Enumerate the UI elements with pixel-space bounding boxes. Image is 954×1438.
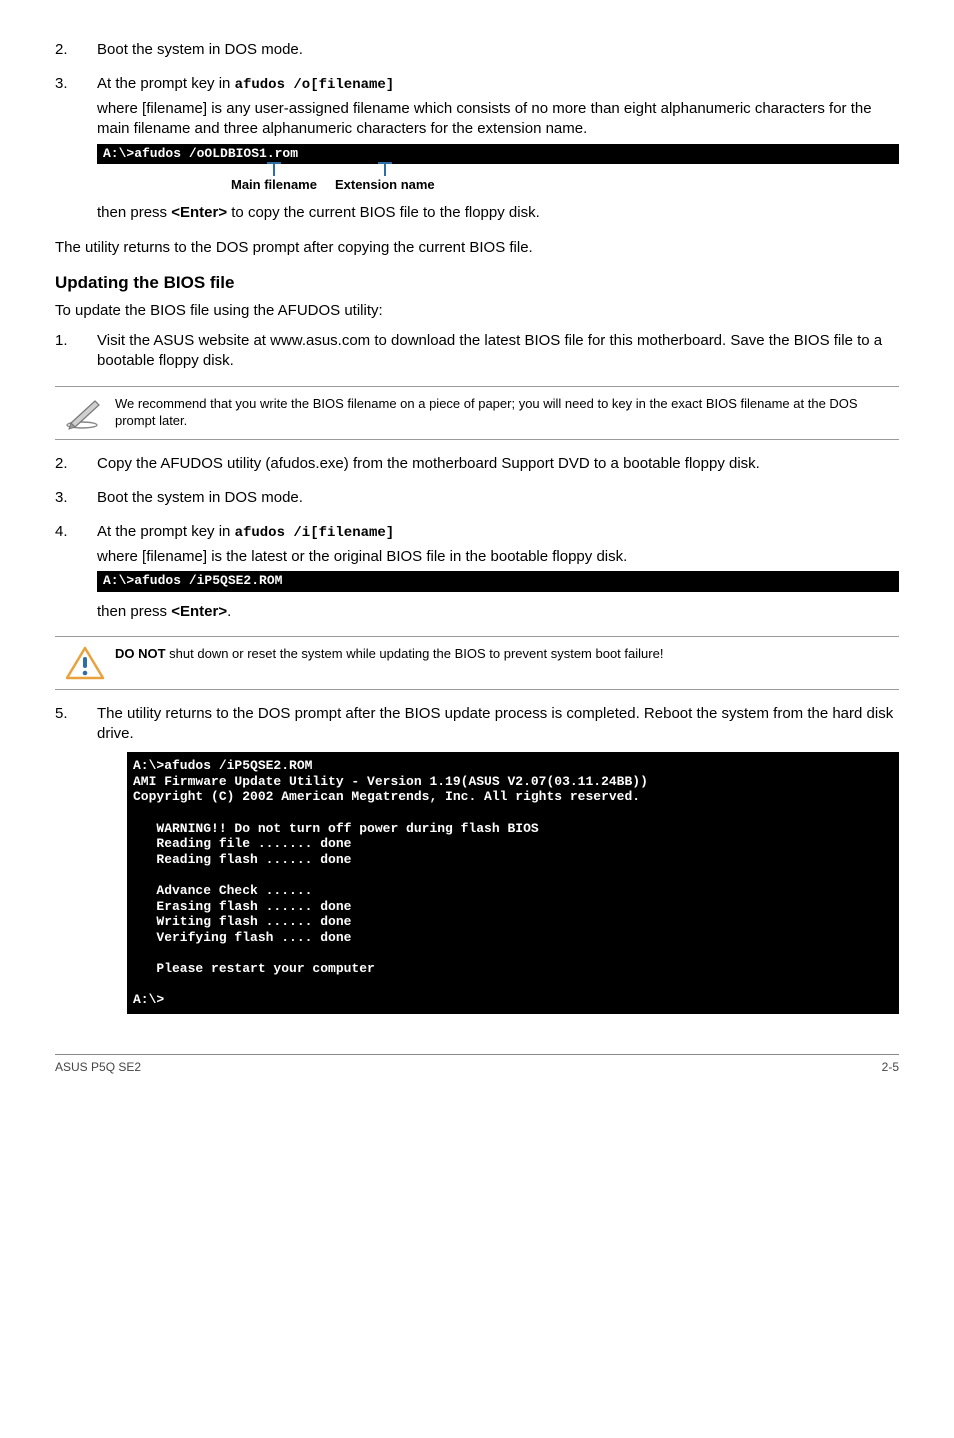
update-steps-2: 2. Copy the AFUDOS utility (afudos.exe) …: [55, 454, 899, 622]
step-body: At the prompt key in afudos /i[filename]…: [97, 522, 899, 622]
note-pencil-text: We recommend that you write the BIOS fil…: [115, 395, 899, 430]
then-b: .: [227, 603, 231, 620]
note-warning-text: DO NOT shut down or reset the system whi…: [115, 645, 899, 663]
ustep-4: 4. At the prompt key in afudos /i[filena…: [55, 522, 899, 622]
step3-cmd: afudos /o[filename]: [235, 77, 395, 93]
footer-right: 2-5: [882, 1059, 899, 1075]
terminal-box-1: A:\>afudos /oOLDBIOS1.rom: [97, 144, 899, 164]
step-3: 3. At the prompt key in afudos /o[filena…: [55, 74, 899, 223]
step-text: Boot the system in DOS mode.: [97, 488, 899, 508]
update-steps: 1. Visit the ASUS website at www.asus.co…: [55, 331, 899, 372]
pencil-icon: [55, 395, 115, 431]
ustep-5: 5. The utility returns to the DOS prompt…: [55, 704, 899, 1014]
warning-icon: [55, 645, 115, 681]
page-footer: ASUS P5Q SE2 2-5: [55, 1054, 899, 1075]
then-b: to copy the current BIOS file to the flo…: [227, 204, 540, 221]
step-number: 1.: [55, 331, 97, 372]
ustep-2: 2. Copy the AFUDOS utility (afudos.exe) …: [55, 454, 899, 474]
u4-then: then press <Enter>.: [97, 602, 899, 622]
update-steps-3: 5. The utility returns to the DOS prompt…: [55, 704, 899, 1014]
note-warning: DO NOT shut down or reset the system whi…: [55, 636, 899, 690]
note-pencil: We recommend that you write the BIOS fil…: [55, 386, 899, 440]
step-number: 2.: [55, 454, 97, 474]
indicator-line: [273, 162, 275, 176]
ustep-3: 3. Boot the system in DOS mode.: [55, 488, 899, 508]
u4-lead: At the prompt key in: [97, 523, 235, 540]
step-text: Visit the ASUS website at www.asus.com t…: [97, 331, 899, 372]
terminal-box-3: A:\>afudos /iP5QSE2.ROM AMI Firmware Upd…: [127, 752, 899, 1014]
label-text: Extension name: [335, 176, 435, 194]
step-body: At the prompt key in afudos /o[filename]…: [97, 74, 899, 223]
step-text: Boot the system in DOS mode.: [97, 40, 899, 60]
label-text: Main filename: [231, 176, 317, 194]
intro-update: To update the BIOS file using the AFUDOS…: [55, 301, 899, 321]
step-number: 3.: [55, 488, 97, 508]
footer-left: ASUS P5Q SE2: [55, 1059, 141, 1075]
u4-desc: where [filename] is the latest or the or…: [97, 547, 899, 567]
extension-name-label: Extension name: [335, 162, 435, 194]
ustep-1: 1. Visit the ASUS website at www.asus.co…: [55, 331, 899, 372]
warn-rest: shut down or reset the system while upda…: [166, 646, 664, 661]
step3-lead: At the prompt key in: [97, 75, 235, 92]
step-text: Copy the AFUDOS utility (afudos.exe) fro…: [97, 454, 899, 474]
filename-indicators: Main filename Extension name: [231, 162, 899, 194]
then-a: then press: [97, 204, 171, 221]
enter-key: <Enter>: [171, 603, 227, 620]
step3-then: then press <Enter> to copy the current B…: [97, 203, 899, 223]
terminal-box-2: A:\>afudos /iP5QSE2.ROM: [97, 571, 899, 591]
top-steps: 2. Boot the system in DOS mode. 3. At th…: [55, 40, 899, 224]
heading-updating-bios: Updating the BIOS file: [55, 272, 899, 295]
indicator-line: [384, 162, 386, 176]
step3-desc: where [filename] is any user-assigned fi…: [97, 99, 899, 140]
step-number: 2.: [55, 40, 97, 60]
step-body: The utility returns to the DOS prompt af…: [97, 704, 899, 1014]
then-a: then press: [97, 603, 171, 620]
step-number: 3.: [55, 74, 97, 223]
u5-text: The utility returns to the DOS prompt af…: [97, 704, 899, 745]
step-number: 4.: [55, 522, 97, 622]
main-filename-label: Main filename: [231, 162, 317, 194]
utility-returns: The utility returns to the DOS prompt af…: [55, 238, 899, 258]
u4-cmd: afudos /i[filename]: [235, 525, 395, 541]
do-not: DO NOT: [115, 646, 166, 661]
step-2: 2. Boot the system in DOS mode.: [55, 40, 899, 60]
enter-key: <Enter>: [171, 204, 227, 221]
step-number: 5.: [55, 704, 97, 1014]
